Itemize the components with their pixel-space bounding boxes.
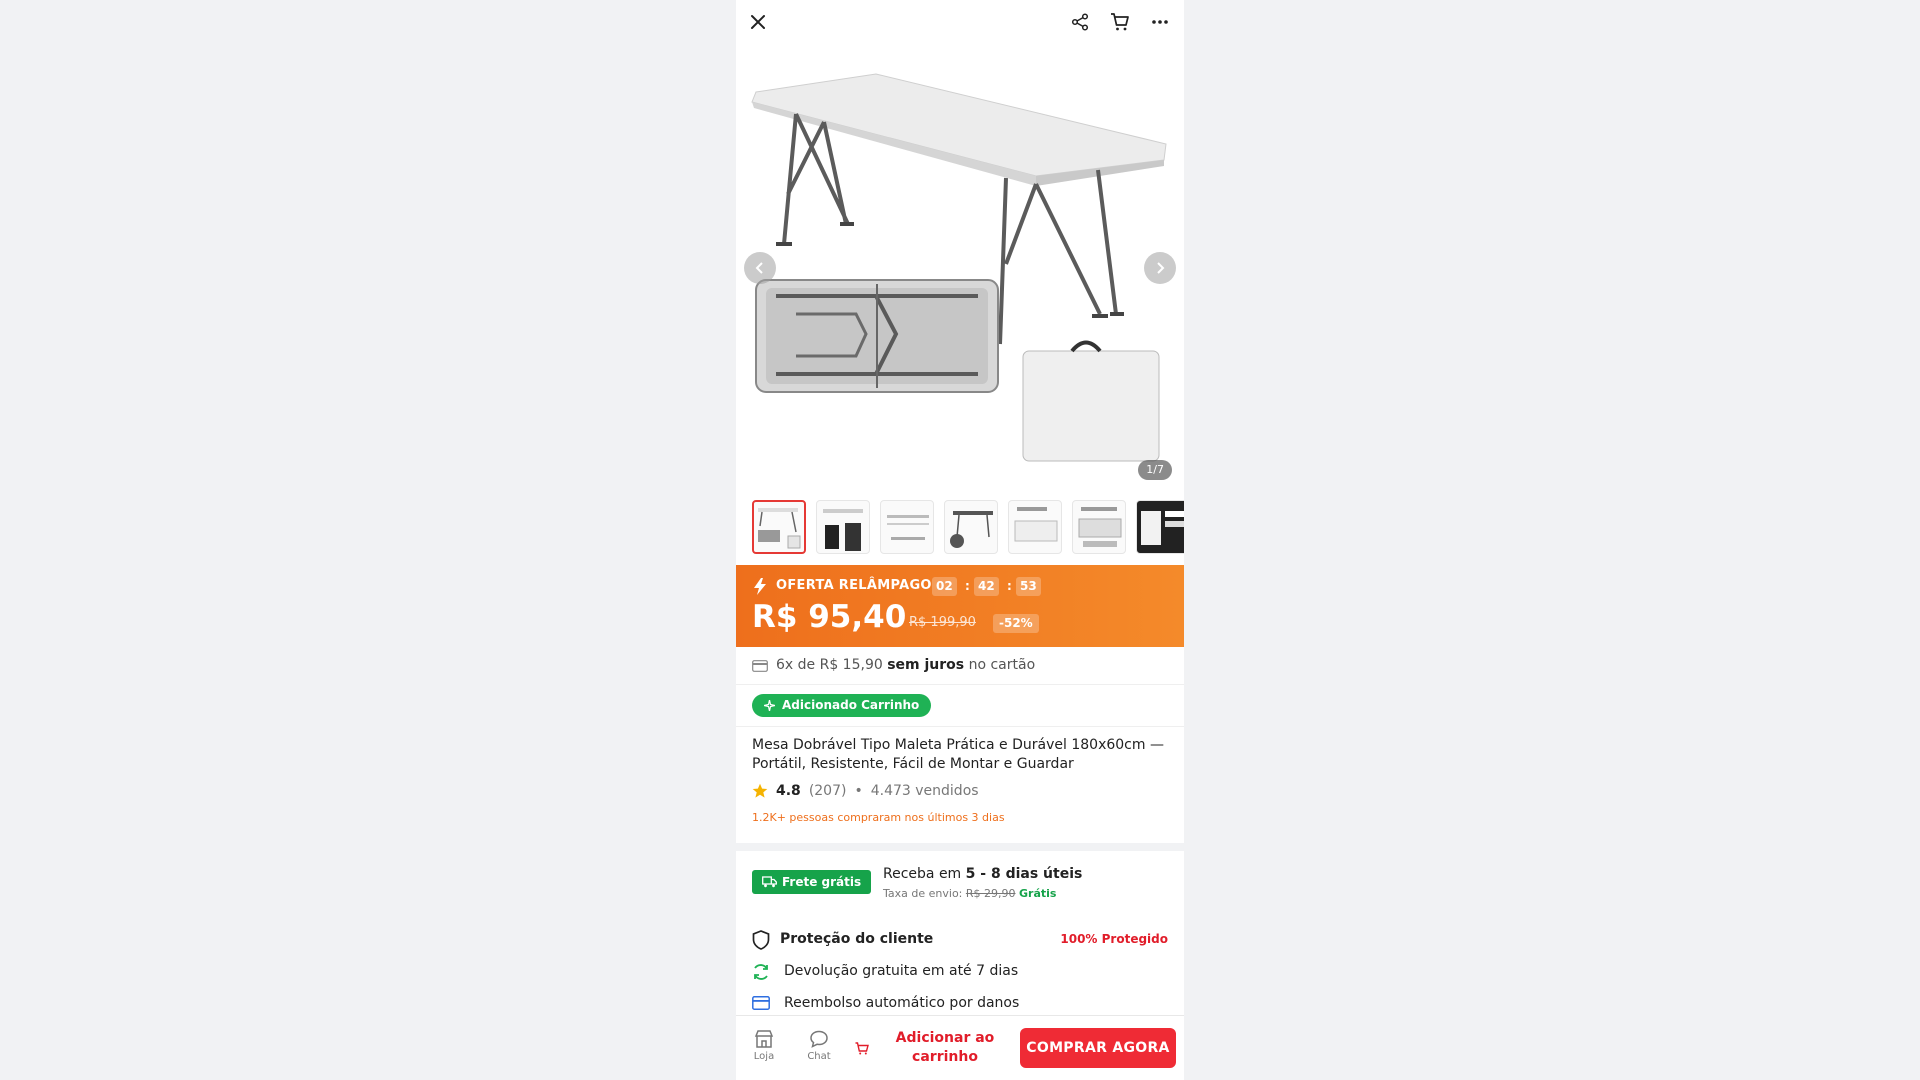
bottom-action-bar: Loja Chat Adicionar ao carrinho COMPRAR … bbox=[736, 1015, 1184, 1080]
lightning-icon bbox=[754, 578, 766, 595]
shipping-fee: Taxa de envio: R$ 29,90 Grátis bbox=[883, 887, 1056, 900]
product-image-gallery[interactable] bbox=[736, 44, 1184, 484]
delivery-days: 5 - 8 dias úteis bbox=[965, 866, 1083, 882]
shipping-fee-free: Grátis bbox=[1019, 887, 1057, 900]
installments-interest: sem juros bbox=[887, 657, 965, 673]
thumbnail-2[interactable] bbox=[816, 500, 870, 554]
card-refund-icon bbox=[752, 996, 770, 1010]
timer-hours: 02 bbox=[932, 577, 957, 596]
timer-seconds: 53 bbox=[1016, 577, 1041, 596]
social-proof: 1.2K+ pessoas compraram nos últimos 3 di… bbox=[752, 811, 1005, 824]
add-cart-icon bbox=[855, 1042, 869, 1055]
product-title: Mesa Dobrável Tipo Maleta Prática e Durá… bbox=[752, 737, 1164, 772]
divider bbox=[736, 726, 1184, 727]
chat-label: Chat bbox=[807, 1051, 831, 1062]
truck-icon bbox=[762, 876, 777, 888]
refresh-icon bbox=[754, 964, 768, 980]
thumbnail-3[interactable] bbox=[880, 500, 934, 554]
share-icon[interactable] bbox=[1066, 8, 1094, 36]
rating-score: 4.8 bbox=[776, 783, 801, 799]
installments-text: 6x de R$ 15,90 sem juros no cartão bbox=[776, 657, 1035, 673]
added-to-cart-badge: Adicionado Carrinho bbox=[752, 694, 932, 717]
thumbnail-1[interactable] bbox=[752, 500, 806, 554]
shipping-fee-old: R$ 29,90 bbox=[965, 887, 1016, 900]
thumbnail-4[interactable] bbox=[944, 500, 998, 554]
free-shipping-badge: Frete grátis bbox=[752, 870, 872, 894]
original-price: R$ 199,90 bbox=[909, 615, 976, 630]
rating-separator: • bbox=[854, 783, 863, 799]
timer-separator: : bbox=[965, 579, 970, 593]
more-icon[interactable] bbox=[1146, 8, 1174, 36]
rating-row[interactable]: 4.8 (207) • 4.473 vendidos bbox=[752, 783, 979, 799]
delivery-prefix: Receba em bbox=[883, 866, 962, 882]
shipping-fee-label: Taxa de envio: bbox=[883, 887, 963, 900]
star-icon bbox=[752, 783, 768, 798]
cart-icon[interactable] bbox=[1106, 8, 1134, 36]
chat-icon bbox=[810, 1030, 828, 1048]
protection-item-return: Devolução gratuita em até 7 dias bbox=[784, 963, 1019, 979]
store-button[interactable]: Loja bbox=[747, 1030, 781, 1062]
store-label: Loja bbox=[753, 1051, 775, 1062]
credit-card-icon bbox=[752, 660, 768, 672]
image-counter: 1/7 bbox=[1138, 460, 1172, 480]
divider bbox=[736, 684, 1184, 685]
flash-sale-banner: OFERTA RELÂMPAGO 02 : 42 : 53 R$ 95,40 R… bbox=[736, 565, 1184, 647]
discount-badge: -52% bbox=[993, 614, 1039, 633]
timer-minutes: 42 bbox=[974, 577, 999, 596]
protection-title: Proteção do cliente bbox=[780, 931, 934, 947]
free-shipping-text: Frete grátis bbox=[782, 875, 862, 889]
sale-price: R$ 95,40 bbox=[752, 599, 907, 635]
installments-amount: 6x de R$ 15,90 bbox=[776, 657, 883, 673]
product-page: 1/7 OFERTA RELÂMPAGO 02 : 42 : 53 R$ 95,… bbox=[736, 0, 1184, 1080]
chat-button[interactable]: Chat bbox=[802, 1030, 836, 1062]
sparkle-icon bbox=[764, 700, 775, 711]
product-image bbox=[751, 73, 1167, 462]
thumbnail-strip bbox=[736, 500, 1184, 556]
close-icon[interactable] bbox=[744, 8, 772, 36]
review-count: (207) bbox=[808, 783, 847, 799]
installments-row[interactable]: 6x de R$ 15,90 sem juros no cartão bbox=[736, 648, 1184, 684]
flash-sale-label: OFERTA RELÂMPAGO bbox=[776, 578, 932, 593]
section-gap bbox=[736, 843, 1184, 851]
next-image-button[interactable] bbox=[1144, 252, 1176, 284]
thumbnail-5[interactable] bbox=[1008, 500, 1062, 554]
protection-badge: 100% Protegido bbox=[1060, 932, 1168, 946]
thumbnail-6[interactable] bbox=[1072, 500, 1126, 554]
timer-separator: : bbox=[1007, 579, 1012, 593]
add-to-cart-button[interactable]: Adicionar ao carrinho bbox=[886, 1028, 1004, 1068]
protection-item-refund: Reembolso automático por danos bbox=[784, 995, 1020, 1011]
buy-now-button[interactable]: COMPRAR AGORA bbox=[1020, 1028, 1176, 1068]
store-icon bbox=[754, 1030, 774, 1048]
thumbnail-7[interactable] bbox=[1136, 500, 1184, 554]
top-bar bbox=[736, 0, 1184, 44]
delivery-estimate: Receba em 5 - 8 dias úteis bbox=[883, 866, 1082, 882]
shield-icon bbox=[752, 930, 770, 950]
installments-method: no cartão bbox=[968, 657, 1036, 673]
sold-count: 4.473 vendidos bbox=[870, 783, 979, 799]
added-to-cart-text: Adicionado Carrinho bbox=[782, 698, 920, 712]
previous-image-button[interactable] bbox=[744, 252, 776, 284]
